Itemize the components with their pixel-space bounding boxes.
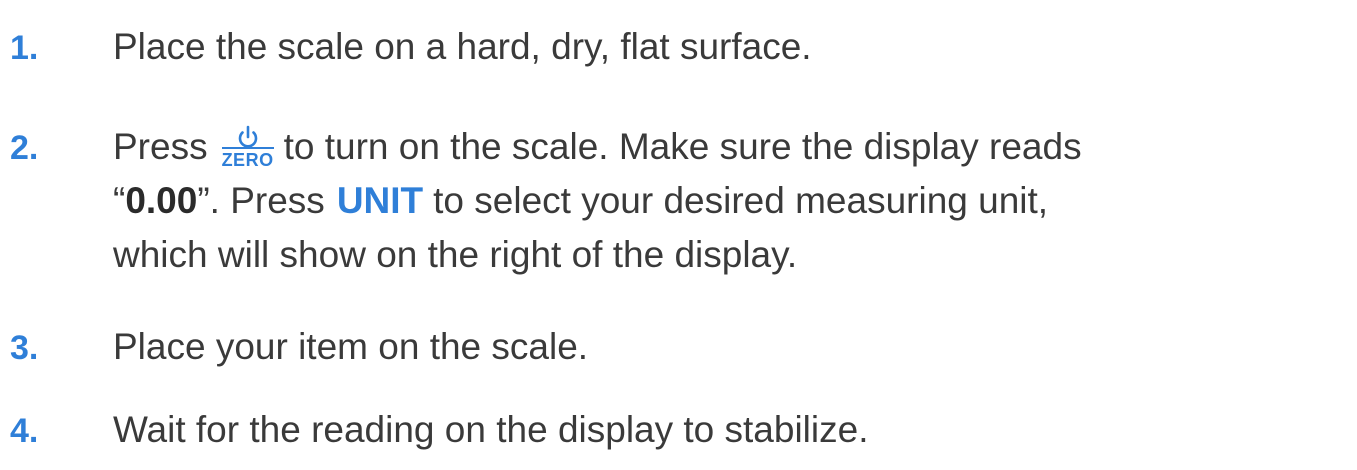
step-2-after-unit: to select your desired measuring unit, [433,180,1049,221]
step-2-line-3: which will show on the right of the disp… [113,234,798,275]
display-reading: 0.00 [125,180,198,221]
quote-open: “ [113,180,126,221]
step-4-number: 4. [10,412,39,450]
step-1-number: 1. [10,29,39,67]
step-3-text: Place your item on the scale. [113,320,588,374]
step-2-line-2: “0.00”. Press UNIT to select your desired … [113,174,1082,228]
step-2-after-power: to turn on the scale. Make sure the disp… [283,126,1082,167]
step-3-number: 3. [10,329,39,367]
step-4-line: Wait for the reading on the display to s… [113,409,869,450]
step-3-line: Place your item on the scale. [113,326,589,367]
step-2-line-1: Press ZERO to turn on the scale. Make sure… [113,120,1082,174]
press-word: Press [113,126,208,167]
step-2-text: Press ZERO to turn on the scale. Make sure… [113,120,1082,282]
step-2-after-reading: ”. Press [197,180,325,221]
step-4-text: Wait for the reading on the display to s… [113,403,868,457]
unit-key-label: UNIT [336,180,424,221]
step-1-text: Place the scale on a hard, dry, flat sur… [113,20,812,74]
step-2-number: 2. [10,129,39,167]
power-zero-key: ZERO [216,120,280,174]
step-1-line: Place the scale on a hard, dry, flat sur… [113,26,812,67]
zero-key-label: ZERO [221,150,274,170]
